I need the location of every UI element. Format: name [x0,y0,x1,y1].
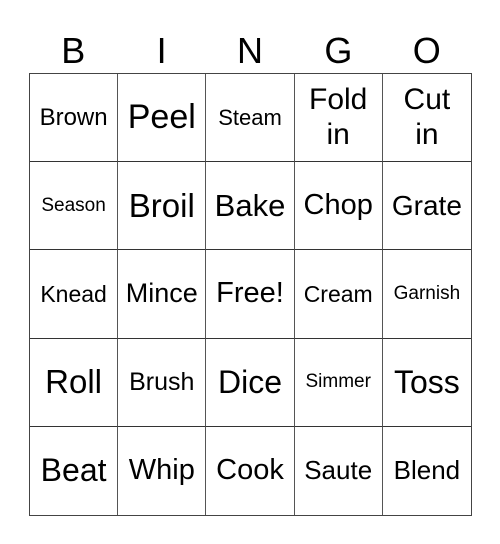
cell-label: Cook [216,454,284,487]
cell-label: Dice [217,363,282,400]
cell-label: Beat [40,452,107,489]
header-letter-o: O [412,30,441,71]
cell-label: Grate [391,189,462,221]
cell-label: Blend [393,454,461,485]
header-letter-b: B [61,30,86,71]
cell-label: Knead [40,280,107,307]
bingo-header: B I N G O [29,28,471,73]
bingo-cell[interactable]: Dice [206,338,295,427]
bingo-cell[interactable]: Grate [382,162,471,251]
bingo-cell[interactable]: Broil [118,162,207,251]
bingo-cell[interactable]: Roll [30,338,119,427]
bingo-cell[interactable]: Chop [294,162,383,251]
bingo-cell[interactable]: Knead [30,250,119,339]
cell-label: Mince [125,278,198,309]
cell-label: Brown [39,103,108,131]
bingo-cell[interactable]: Cook [206,426,295,515]
bingo-cell[interactable]: Brush [118,338,207,427]
bingo-cell[interactable]: Simmer [294,338,383,427]
cell-label: Peel [127,98,196,137]
cell-label: Steam [218,104,282,130]
cell-label: Season [41,194,106,216]
bingo-cell[interactable]: Cream [294,250,383,339]
bingo-cell[interactable]: Blend [383,427,471,515]
bingo-cell[interactable]: Peel [118,74,207,163]
cell-label: Chop [303,189,373,222]
header-letter-n: N [236,30,263,71]
free-space-cell[interactable]: Free! [206,250,295,339]
cell-label: Toss [393,363,460,400]
bingo-cell[interactable]: Steam [206,74,295,163]
bingo-cell[interactable]: Saute [295,426,383,515]
header-letter-i: I [156,30,167,71]
bingo-cell[interactable]: Bake [206,162,295,251]
cell-label: Saute [304,454,373,485]
bingo-cell[interactable]: Cut in [382,74,471,163]
cell-label: Whip [128,454,195,487]
cell-label: Simmer [305,371,371,393]
header-letter-g: G [324,30,353,71]
cell-label: Broil [128,186,195,224]
bingo-cell[interactable]: Toss [382,339,471,427]
cell-label: Bake [214,187,286,223]
bingo-cell[interactable]: Mince [118,250,207,339]
cell-label: Cream [303,280,373,307]
cell-label: Fold in [309,83,368,151]
cell-label: Free! [216,277,284,310]
cell-label: Cut in [403,83,451,151]
bingo-cell[interactable]: Fold in [294,74,383,163]
bingo-cell[interactable]: Brown [30,74,119,163]
bingo-cell[interactable]: Beat [30,426,119,515]
bingo-card-grid: Brown Peel Steam Fold in Cut in Season Broil Ba… [29,73,472,516]
bingo-cell[interactable]: Season [30,162,119,251]
cell-label: Garnish [393,283,461,305]
bingo-cell[interactable]: Garnish [382,250,471,339]
cell-label: Brush [129,367,195,396]
cell-label: Roll [45,363,103,401]
bingo-cell[interactable]: Whip [118,426,207,515]
